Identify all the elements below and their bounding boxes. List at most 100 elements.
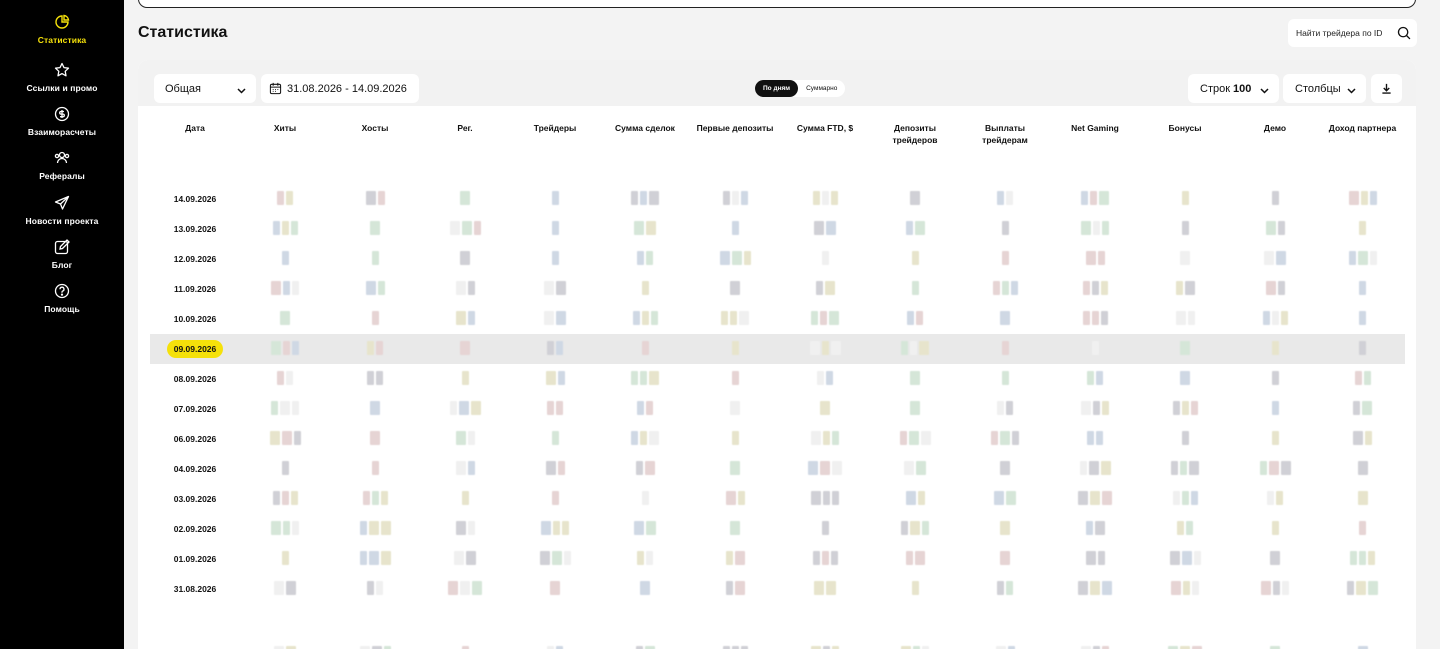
redacted-block xyxy=(646,521,656,535)
rows-label: Строк xyxy=(1200,82,1231,95)
redacted-block xyxy=(914,551,925,565)
redacted-block xyxy=(281,221,289,235)
toggle-summary[interactable]: Суммарно xyxy=(798,80,845,97)
date-range-picker[interactable]: 31.08.2026 - 14.09.2026 xyxy=(261,74,419,103)
redacted-block xyxy=(1190,401,1198,415)
redacted-block xyxy=(376,341,383,355)
redacted-value xyxy=(1265,221,1285,235)
table-cell xyxy=(870,214,960,244)
redacted-block xyxy=(556,401,563,415)
table-row[interactable]: 11.09.2026 xyxy=(150,274,1405,304)
redacted-value xyxy=(460,341,470,355)
table-row[interactable]: 12.09.2026 xyxy=(150,244,1405,274)
table-row[interactable]: 09.09.2026 xyxy=(150,334,1405,364)
table-cell xyxy=(1230,544,1320,574)
table-cell xyxy=(690,424,780,454)
table-row[interactable]: 14.09.2026 xyxy=(150,184,1405,214)
redacted-value xyxy=(634,221,656,235)
redacted-value xyxy=(461,491,469,505)
redacted-value xyxy=(631,371,659,385)
col-header-trader-deposits[interactable]: Депозиты трейдеров xyxy=(870,106,960,166)
redacted-block xyxy=(1088,461,1099,475)
col-header-first-deposits[interactable]: Первые депозиты xyxy=(690,106,780,166)
col-header-partner-income[interactable]: Доход партнера xyxy=(1320,106,1405,166)
table-row[interactable]: 08.09.2026 xyxy=(150,364,1405,394)
redacted-block xyxy=(646,551,653,565)
col-header-trade-volume[interactable]: Сумма сделок xyxy=(600,106,690,166)
redacted-value xyxy=(371,251,379,265)
col-header-ftd-sum[interactable]: Сумма FTD, $ xyxy=(780,106,870,166)
sidebar-item-settlements[interactable]: Взаиморасчеты xyxy=(0,106,124,137)
toggle-by-days[interactable]: По дням xyxy=(755,80,799,97)
download-button[interactable] xyxy=(1371,74,1402,103)
sidebar-item-referrals[interactable]: Рефералы xyxy=(0,150,124,181)
redacted-value xyxy=(1353,431,1372,445)
stats-type-select[interactable]: Общая xyxy=(154,74,256,103)
col-header-trader-payouts[interactable]: Выплаты трейдерам xyxy=(960,106,1050,166)
redacted-value xyxy=(634,521,656,535)
table-row[interactable]: 31.08.2026 xyxy=(150,574,1405,604)
rows-per-page-select[interactable]: Строк 100 xyxy=(1188,74,1279,103)
redacted-block xyxy=(1010,281,1018,295)
sidebar-item-statistics[interactable]: Статистика xyxy=(0,14,124,45)
table-row[interactable]: 02.09.2026 xyxy=(150,514,1405,544)
sidebar-item-links-promo[interactable]: Ссылки и промо xyxy=(0,62,124,93)
redacted-block xyxy=(1265,221,1276,235)
redacted-value xyxy=(460,251,470,265)
columns-select[interactable]: Столбцы xyxy=(1283,74,1366,103)
col-header-net-gaming[interactable]: Net Gaming xyxy=(1050,106,1140,166)
col-header-date[interactable]: Дата xyxy=(150,106,240,166)
table-cell xyxy=(1050,454,1140,484)
redacted-block xyxy=(1184,281,1195,295)
sidebar-item-help[interactable]: Помощь xyxy=(0,283,124,314)
table-row[interactable]: 13.09.2026 xyxy=(150,214,1405,244)
redacted-value xyxy=(1000,551,1010,565)
sidebar-item-news[interactable]: Новости проекта xyxy=(0,195,124,226)
trader-search-input[interactable] xyxy=(1296,28,1392,38)
redacted-block xyxy=(280,311,290,325)
redacted-block xyxy=(1181,551,1192,565)
redacted-block xyxy=(641,311,649,325)
redacted-value xyxy=(455,311,475,325)
col-header-bonuses[interactable]: Бонусы xyxy=(1140,106,1230,166)
redacted-block xyxy=(1359,551,1366,565)
col-header-hits[interactable]: Хиты xyxy=(240,106,330,166)
redacted-block xyxy=(910,341,917,355)
table-cell xyxy=(240,244,330,274)
redacted-value xyxy=(547,341,563,355)
scrollbar-track[interactable] xyxy=(1418,0,1440,649)
table-cell xyxy=(870,364,960,394)
redacted-value xyxy=(1175,311,1195,325)
table-row[interactable]: 06.09.2026 xyxy=(150,424,1405,454)
redacted-block xyxy=(545,461,556,475)
table-row[interactable]: 01.09.2026 xyxy=(150,544,1405,574)
redacted-block xyxy=(277,191,284,205)
col-header-traders[interactable]: Трейдеры xyxy=(510,106,600,166)
sidebar-item-blog[interactable]: Блог xyxy=(0,239,124,270)
redacted-value xyxy=(1267,491,1283,505)
date-range-value: 31.08.2026 - 14.09.2026 xyxy=(287,82,407,95)
redacted-value xyxy=(1265,281,1285,295)
table-cell xyxy=(780,304,870,334)
redacted-block xyxy=(649,431,659,445)
redacted-value xyxy=(362,491,388,505)
redacted-block xyxy=(1187,311,1195,325)
col-header-demo[interactable]: Демо xyxy=(1230,106,1320,166)
col-header-hosts[interactable]: Хосты xyxy=(330,106,420,166)
redacted-block xyxy=(286,191,293,205)
table-row[interactable]: 07.09.2026 xyxy=(150,394,1405,424)
redacted-value xyxy=(367,371,383,385)
col-header-registrations[interactable]: Рег. xyxy=(420,106,510,166)
rows-value: 100 xyxy=(1233,82,1252,95)
table-row[interactable]: 04.09.2026 xyxy=(150,454,1405,484)
redacted-block xyxy=(1175,311,1186,325)
redacted-block xyxy=(644,461,655,475)
table-row[interactable]: 10.09.2026 xyxy=(150,304,1405,334)
redacted-block xyxy=(901,521,908,535)
redacted-block xyxy=(994,491,1004,505)
redacted-block xyxy=(914,221,925,235)
total-cell xyxy=(1050,604,1140,649)
table-row[interactable]: 03.09.2026 xyxy=(150,484,1405,514)
redacted-block xyxy=(1365,431,1372,445)
redacted-block xyxy=(1271,431,1279,445)
